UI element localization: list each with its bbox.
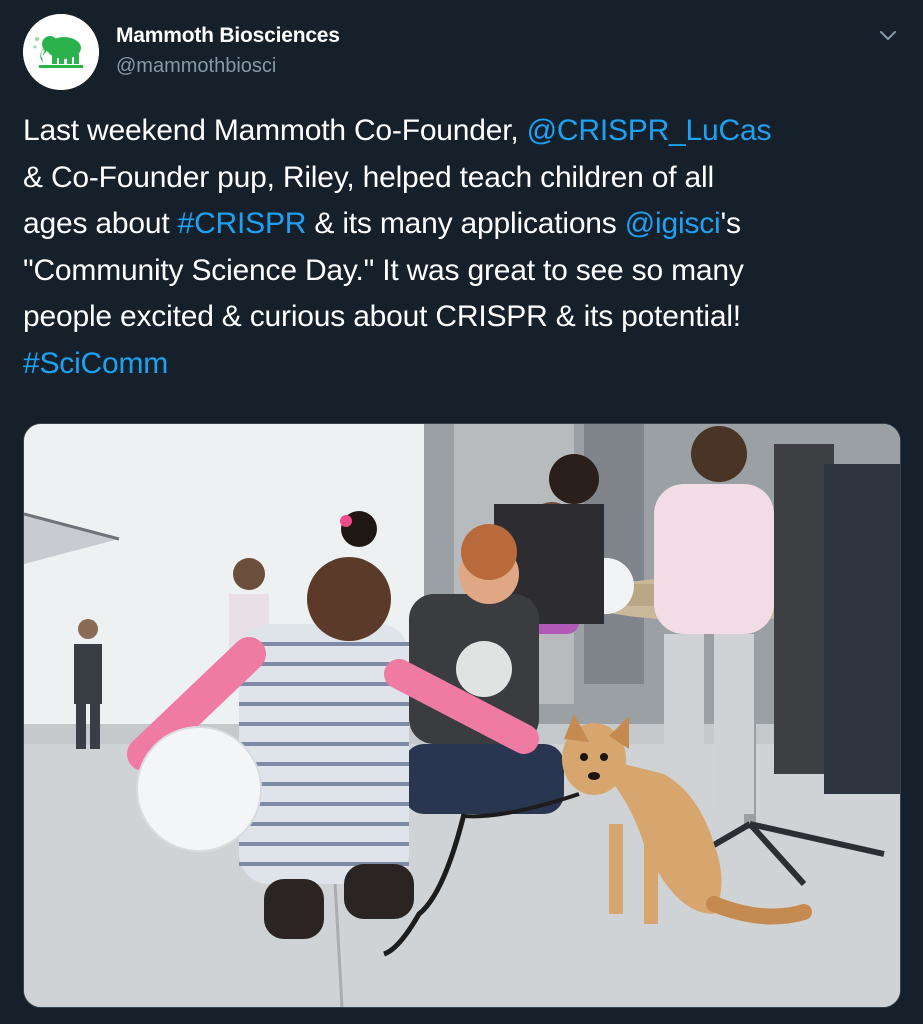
tweet-text-line: people excited & curious about CRISPR & … [23, 300, 741, 333]
chevron-down-icon[interactable] [875, 22, 901, 48]
tweet-text-line: & Co-Founder pup, Riley, helped teach ch… [23, 160, 714, 194]
photo-illustration [24, 424, 900, 1007]
hashtag-link[interactable]: #CRISPR [178, 207, 307, 240]
tweet-text-line: #SciComm [23, 341, 903, 388]
mention-link[interactable]: @igisci [625, 207, 721, 240]
tweet-text-line: "Community Science Day." It was great to… [23, 253, 744, 287]
text-segment: Last weekend Mammoth Co-Founder, [23, 114, 527, 147]
tweet-text: Last weekend Mammoth Co-Founder, @CRISPR… [23, 108, 903, 387]
tweet-text-line: Last weekend Mammoth Co-Founder, @CRISPR… [23, 108, 903, 155]
hashtag-link[interactable]: #SciComm [23, 347, 168, 380]
text-segment: ages about [23, 207, 178, 240]
text-segment: 's [720, 207, 741, 240]
author-handle[interactable]: @mammothbiosci [116, 55, 276, 78]
tweet-photo[interactable] [23, 423, 901, 1008]
author-name[interactable]: Mammoth Biosciences [116, 24, 340, 48]
text-segment: & its many applications [306, 207, 625, 240]
mammoth-logo-icon [23, 14, 99, 90]
author-avatar[interactable] [23, 14, 99, 90]
mention-link[interactable]: @CRISPR_LuCas [527, 114, 772, 147]
tweet-text-line: ages about #CRISPR & its many applicatio… [23, 201, 903, 248]
tweet[interactable]: Mammoth Biosciences @mammothbiosci Last … [0, 0, 923, 1024]
